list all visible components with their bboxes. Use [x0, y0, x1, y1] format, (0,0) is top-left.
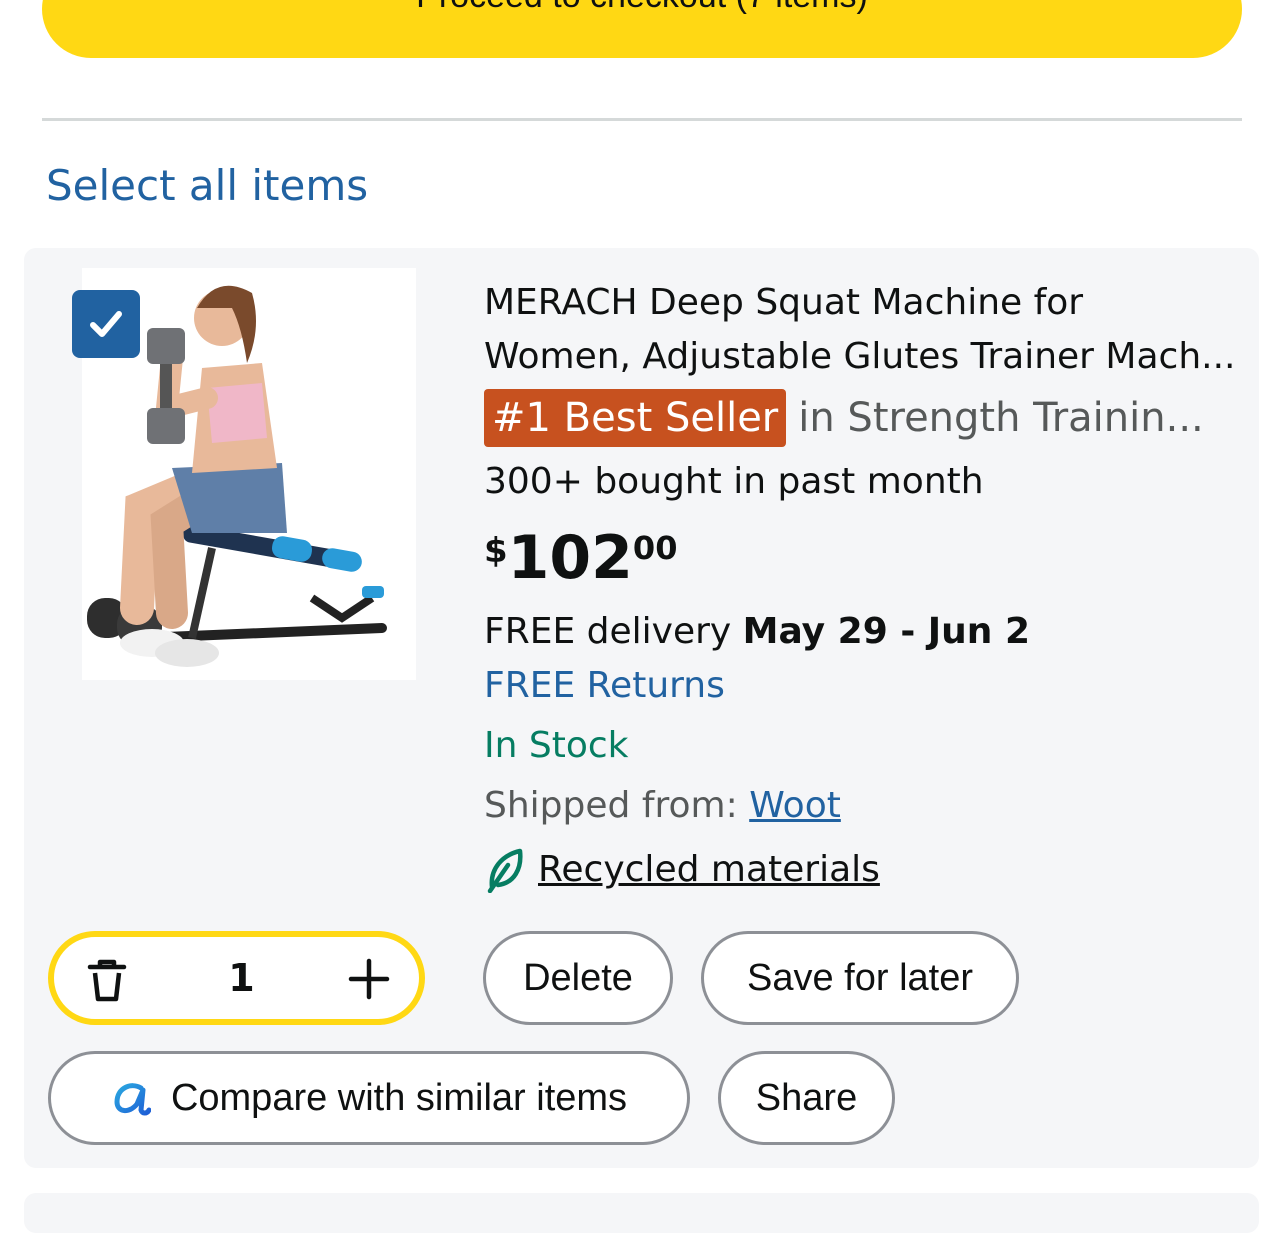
- seller-link[interactable]: Woot: [749, 785, 841, 826]
- quantity-stepper: 1: [48, 931, 425, 1025]
- delivery-dates: May 29 - Jun 2: [742, 611, 1031, 652]
- quantity-value: 1: [228, 956, 255, 1000]
- trash-icon[interactable]: [84, 957, 130, 1003]
- leaf-icon: [487, 848, 523, 893]
- recycled-materials-row[interactable]: Recycled materials: [484, 846, 1240, 894]
- plus-icon[interactable]: [347, 957, 391, 1001]
- ai-compare-icon: [114, 1083, 151, 1116]
- purchase-count: 300+ bought in past month: [484, 461, 984, 502]
- delivery-info: FREE delivery May 29 - Jun 2: [484, 608, 1240, 656]
- recycled-materials-link[interactable]: Recycled materials: [538, 846, 880, 894]
- product-title-link[interactable]: MERACH Deep Squat Machine for Women, Adj…: [484, 276, 1240, 384]
- share-button[interactable]: Share: [718, 1051, 895, 1145]
- delete-button[interactable]: Delete: [483, 931, 673, 1025]
- next-cart-item-card: [24, 1193, 1259, 1233]
- item-select-checkbox[interactable]: [72, 290, 140, 358]
- proceed-to-checkout-button[interactable]: Proceed to checkout (7 items): [42, 0, 1242, 58]
- delivery-prefix: FREE delivery: [484, 611, 732, 652]
- product-title-line-2: Women, Adjustable Glutes Trainer Mach...: [484, 336, 1236, 377]
- product-title-line-1: MERACH Deep Squat Machine for: [484, 282, 1084, 323]
- best-seller-badge: #1 Best Seller: [484, 389, 787, 447]
- price-fraction: 00: [632, 529, 678, 567]
- stock-status: In Stock: [484, 725, 629, 766]
- divider: [42, 118, 1242, 121]
- save-for-later-button[interactable]: Save for later: [701, 931, 1019, 1025]
- best-seller-category: in Strength Trainin...: [798, 395, 1204, 441]
- compare-similar-items-button[interactable]: Compare with similar items: [48, 1051, 690, 1145]
- price-symbol: $: [484, 531, 508, 571]
- checkmark-icon: [90, 311, 122, 337]
- best-seller-row[interactable]: #1 Best Seller in Strength Trainin...: [484, 388, 1240, 448]
- price: $ 102 00: [484, 528, 1240, 588]
- compare-label: Compare with similar items: [170, 1076, 628, 1119]
- select-all-items-link[interactable]: Select all items: [46, 160, 368, 212]
- shipped-from-label: Shipped from:: [484, 785, 738, 826]
- item-details: MERACH Deep Squat Machine for Women, Adj…: [484, 276, 1240, 894]
- shipped-from: Shipped from: Woot: [484, 782, 1240, 830]
- price-whole: 102: [507, 523, 633, 593]
- free-returns-link[interactable]: FREE Returns: [484, 662, 1240, 710]
